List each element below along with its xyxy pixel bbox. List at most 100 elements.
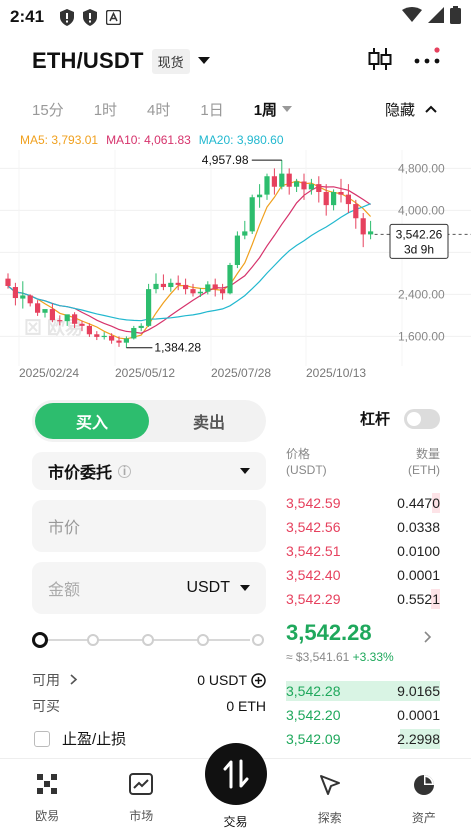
candle-body [183,284,189,290]
slider-stop-100[interactable] [252,634,264,646]
hide-chart-button[interactable]: 隐藏 [385,99,437,120]
price-placeholder: 市价 [48,520,81,537]
last-price-block[interactable]: 3,542.28 ≈ $3,541.61 +3.33% [286,620,440,664]
qty-header: 数量 [415,447,440,461]
slider-stop-75[interactable] [197,634,209,646]
ask-price: 3,542.51 [286,543,341,559]
candle-body [175,282,181,285]
swap-vertical-icon [223,759,249,789]
nav-market[interactable]: 市场 [94,759,188,837]
candle-body [86,325,92,335]
current-price-label: 3,542.26 [396,227,443,241]
candle-body [123,338,129,343]
ask-price: 3,542.29 [286,591,341,607]
buy-sell-tabs: 买入 卖出 [32,400,266,442]
x-tick: 2025/10/13 [306,366,367,380]
x-tick: 2025/07/28 [211,366,272,380]
available-label[interactable]: 可用 [32,670,78,690]
add-circle-icon[interactable] [251,672,266,688]
order-type-select[interactable]: 市价委托 i [32,452,266,490]
candle-body [160,283,166,288]
candle-body [331,192,337,206]
slider-stop-50[interactable] [142,634,154,646]
high-label: 4,957.98 [202,153,249,167]
candle-body [20,295,26,299]
bid-qty: 0.0001 [397,707,440,723]
ask-row[interactable]: 3,542.56 0.0338 [286,515,440,539]
candle-body [220,289,226,294]
candle-body [109,335,115,341]
leverage-toggle[interactable] [404,408,441,429]
y-tick: 4,000.00 [398,203,445,217]
ma10-label: MA10: 4,061.83 [106,133,191,147]
candle-body [101,335,107,338]
ask-row[interactable]: 3,542.59 0.4470 [286,491,440,515]
hide-label: 隐藏 [384,101,415,119]
candle-body [301,181,307,190]
available-row: 可用 0 USDT [32,670,266,690]
candle-body [64,314,70,322]
candle-body [294,181,300,187]
nav-explore-label: 探索 [317,811,342,825]
amount-unit-select[interactable]: USDT [186,579,250,597]
timeframe-bar: 15分 1时 4时 1日 1周 隐藏 [0,92,471,126]
leverage-label: 杠杆 [360,411,391,428]
candlestick-chart-icon[interactable] [367,46,393,77]
amount-slider[interactable] [32,630,266,650]
candle-body [27,295,33,304]
info-icon[interactable]: i [118,464,132,478]
x-tick: 2025/02/24 [19,366,80,380]
amount-input[interactable]: 金额 USDT [32,562,266,614]
nav-home[interactable]: 欧易 [0,759,94,837]
nav-explore[interactable]: 探索 [283,759,377,837]
candle-body [35,303,41,313]
checkbox[interactable] [34,730,50,747]
candle-body [345,194,351,205]
candle-body [212,284,218,290]
candle-body [271,176,277,187]
buy-tab[interactable]: 买入 [35,403,149,439]
slider-stop-25[interactable] [87,634,99,646]
timeframe-1d[interactable]: 1日 [200,99,223,120]
last-usd: ≈ $3,541.61 [286,650,350,664]
candle-body [12,287,18,299]
caret-down-icon[interactable] [197,57,210,65]
candlestick-chart[interactable]: ⊠ 欧易4,800.004,000.002,400.001,600.004,95… [0,150,471,366]
candle-body [57,320,63,322]
leverage-control: 杠杆 [360,408,441,429]
more-icon[interactable] [413,46,441,77]
tpsl-checkbox[interactable]: 止盈/止损 [34,728,126,749]
nav-assets[interactable]: 资产 [377,759,471,837]
bid-row[interactable]: 3,542.20 0.0001 [286,703,440,727]
timeframe-1w[interactable]: 1周 [254,99,293,120]
slider-handle[interactable] [32,632,48,648]
ask-row[interactable]: 3,542.51 0.0100 [286,539,440,563]
okx-logo-icon [37,774,58,794]
price-input[interactable]: 市价 [32,500,266,552]
timeframe-1h[interactable]: 1时 [94,99,117,120]
candle-body [316,184,322,192]
bid-row[interactable]: 3,542.09 2.2998 [286,727,440,751]
wifi-icon [402,6,422,28]
trade-button[interactable] [205,743,267,805]
nav-market-label: 市场 [129,809,154,823]
candle-body [338,192,344,195]
ask-row[interactable]: 3,542.40 0.0001 [286,563,440,587]
ask-qty: 0.5521 [397,591,440,607]
sell-tab[interactable]: 卖出 [152,400,266,442]
candle-body [5,278,11,286]
can-buy-value: 0 ETH [226,698,266,714]
timeframe-15m[interactable]: 15分 [32,99,64,120]
chevron-right-icon[interactable] [424,630,432,648]
ask-row[interactable]: 3,542.29 0.5521 [286,587,440,611]
tpsl-label: 止盈/止损 [62,731,127,748]
timeframe-4h[interactable]: 4时 [147,99,170,120]
candle-body [94,334,100,337]
candle-body [197,291,203,294]
bid-row[interactable]: 3,542.28 9.0165 [286,679,440,703]
price-chart[interactable]: ⊠ 欧易 4,800.00 4,000.00 2,400.00 1,600.00 4,95… [0,150,471,390]
ask-qty: 0.0001 [397,567,440,583]
pair-title[interactable]: ETH/USDT [32,48,144,74]
candle-body [79,323,85,326]
qty-unit: (ETH) [408,463,440,477]
